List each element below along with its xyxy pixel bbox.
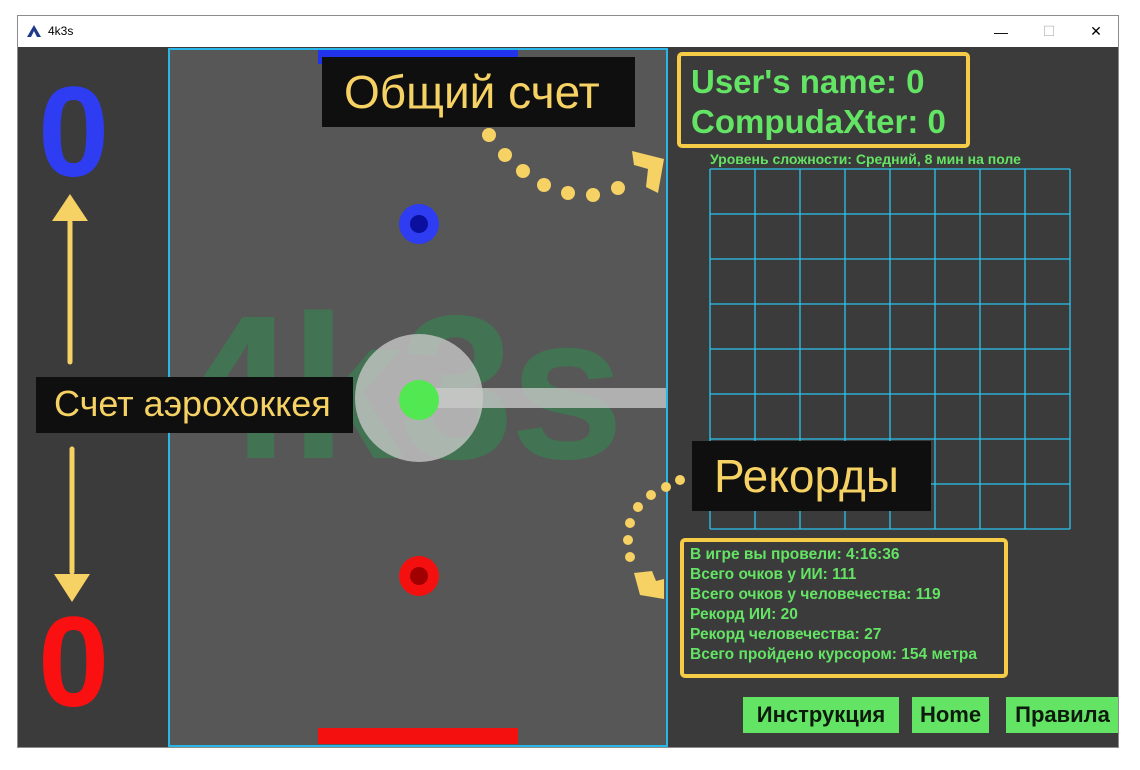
game-area: 0 0 4k3s User's name: 0 CompudaXter: 0 У…: [18, 47, 1118, 747]
arrow-down-icon: [54, 446, 90, 602]
arrow-up-icon: [52, 194, 88, 365]
minimize-button[interactable]: —: [978, 16, 1024, 47]
dotted-arrow-records-icon: [623, 475, 685, 599]
callout-total-score: Общий счет: [322, 57, 635, 127]
app-window: 4k3s — ☐ ✕ 0 0 4k3s User's name: 0 Compu…: [17, 15, 1119, 748]
callout-records: Рекорды: [692, 441, 931, 511]
dotted-arrow-scoreboard-icon: [482, 128, 664, 202]
app-logo-icon: [27, 25, 41, 37]
callout-hockey-score: Счет аэрохоккея: [36, 377, 353, 433]
maximize-button[interactable]: ☐: [1026, 16, 1072, 47]
window-title: 4k3s: [48, 24, 74, 38]
title-bar[interactable]: 4k3s — ☐ ✕: [18, 16, 1118, 47]
close-button[interactable]: ✕: [1073, 16, 1118, 47]
